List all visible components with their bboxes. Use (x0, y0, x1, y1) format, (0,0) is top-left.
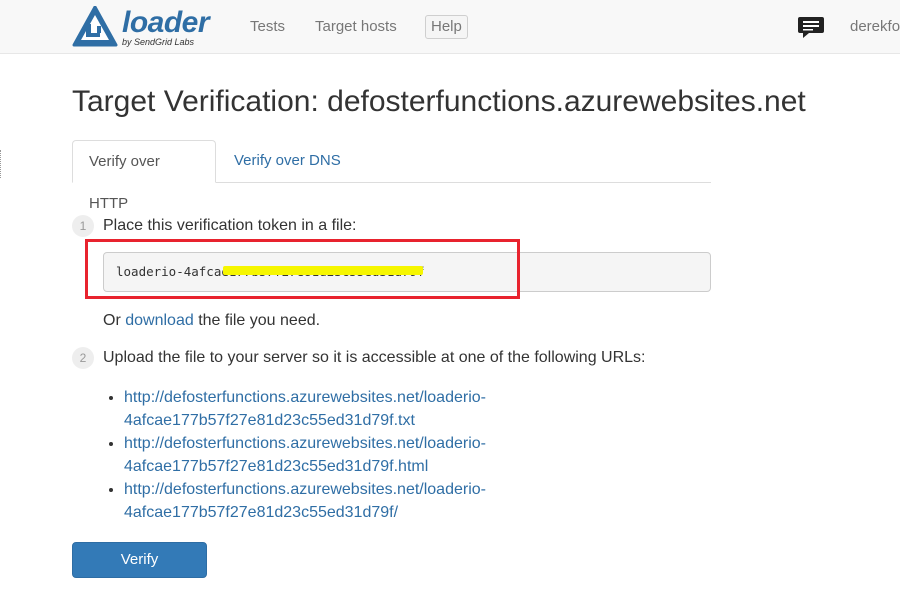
tab-verify-dns[interactable]: Verify over DNS (218, 140, 357, 182)
or-prefix: Or (103, 312, 121, 329)
step-1-badge: 1 (72, 215, 94, 237)
top-navbar: loader by SendGrid Labs Tests Target hos… (0, 0, 900, 54)
list-item: http://defosterfunctions.azurewebsites.n… (124, 386, 684, 432)
loader-logo-icon (72, 6, 118, 47)
nav-help-button[interactable]: Help (425, 15, 468, 39)
list-item: http://defosterfunctions.azurewebsites.n… (124, 432, 684, 478)
page-title: Target Verification: defosterfunctions.a… (72, 85, 806, 118)
download-line: Or download the file you need. (103, 311, 320, 331)
url-link-dir[interactable]: http://defosterfunctions.azurewebsites.n… (124, 481, 486, 521)
nav-tests-link[interactable]: Tests (250, 18, 285, 36)
step-2-badge: 2 (72, 347, 94, 369)
logo-subtitle: by SendGrid Labs (122, 37, 195, 47)
loader-logo[interactable]: loader by SendGrid Labs (72, 6, 222, 48)
logo-wordmark: loader (122, 6, 210, 39)
annotation-red-box (85, 239, 520, 299)
download-link[interactable]: download (125, 312, 194, 329)
list-item: http://defosterfunctions.azurewebsites.n… (124, 478, 684, 524)
step-2-text: Upload the file to your server so it is … (103, 349, 646, 366)
nav-target-hosts-link[interactable]: Target hosts (315, 18, 397, 36)
or-suffix: the file you need. (198, 312, 321, 329)
verification-url-list: http://defosterfunctions.azurewebsites.n… (103, 386, 684, 524)
verification-tabs: Verify over HTTP Verify over DNS (72, 140, 711, 212)
url-link-txt[interactable]: http://defosterfunctions.azurewebsites.n… (124, 389, 486, 429)
tab-verify-http[interactable]: Verify over HTTP (72, 140, 216, 212)
url-link-html[interactable]: http://defosterfunctions.azurewebsites.n… (124, 435, 486, 475)
verify-button[interactable]: Verify (72, 542, 207, 578)
step-1-text: Place this verification token in a file: (103, 217, 357, 234)
chat-bubble-icon[interactable] (797, 16, 825, 45)
window-edge-marker (0, 150, 3, 178)
user-menu[interactable]: derekfos (850, 18, 900, 36)
